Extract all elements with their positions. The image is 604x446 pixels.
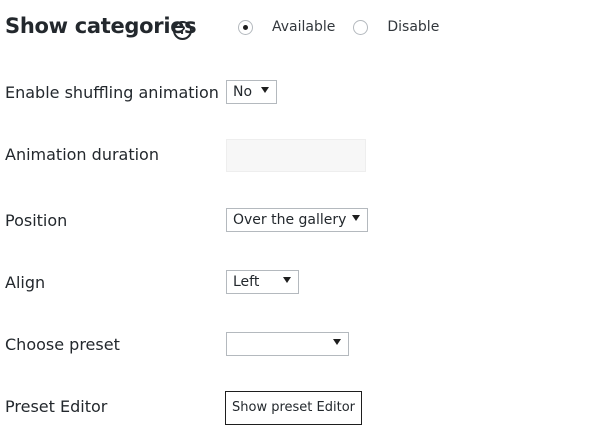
section-title: Show categories bbox=[5, 14, 197, 38]
align-label: Align bbox=[5, 273, 46, 292]
align-select-value: Left bbox=[233, 274, 260, 290]
duration-input[interactable] bbox=[226, 139, 366, 172]
radio-available-label: Available bbox=[272, 19, 336, 35]
shuffle-select-value: No bbox=[233, 84, 253, 100]
chevron-down-icon bbox=[333, 339, 341, 345]
duration-label: Animation duration bbox=[5, 145, 159, 164]
radio-available-option[interactable]: Available bbox=[238, 19, 335, 35]
position-select[interactable]: Over the gallery bbox=[226, 208, 368, 232]
categories-radio-group: Available Disable bbox=[238, 16, 439, 38]
radio-available[interactable] bbox=[238, 19, 253, 35]
position-select-value: Over the gallery bbox=[233, 212, 347, 228]
chevron-down-icon bbox=[352, 215, 360, 221]
shuffle-label: Enable shuffling animation bbox=[5, 83, 219, 102]
radio-disable-option[interactable]: Disable bbox=[353, 19, 439, 35]
help-icon[interactable]: ? bbox=[173, 21, 192, 40]
preset-select[interactable] bbox=[226, 332, 349, 356]
radio-disable[interactable] bbox=[353, 19, 369, 35]
radio-disable-label: Disable bbox=[387, 19, 440, 35]
shuffle-select[interactable]: No bbox=[226, 80, 277, 104]
preset-label: Choose preset bbox=[5, 335, 120, 354]
position-label: Position bbox=[5, 211, 68, 230]
align-select[interactable]: Left bbox=[226, 270, 299, 294]
preset-editor-label: Preset Editor bbox=[5, 397, 108, 416]
chevron-down-icon bbox=[283, 277, 291, 283]
chevron-down-icon bbox=[261, 87, 269, 93]
show-preset-editor-button[interactable]: Show preset Editor bbox=[225, 391, 362, 425]
